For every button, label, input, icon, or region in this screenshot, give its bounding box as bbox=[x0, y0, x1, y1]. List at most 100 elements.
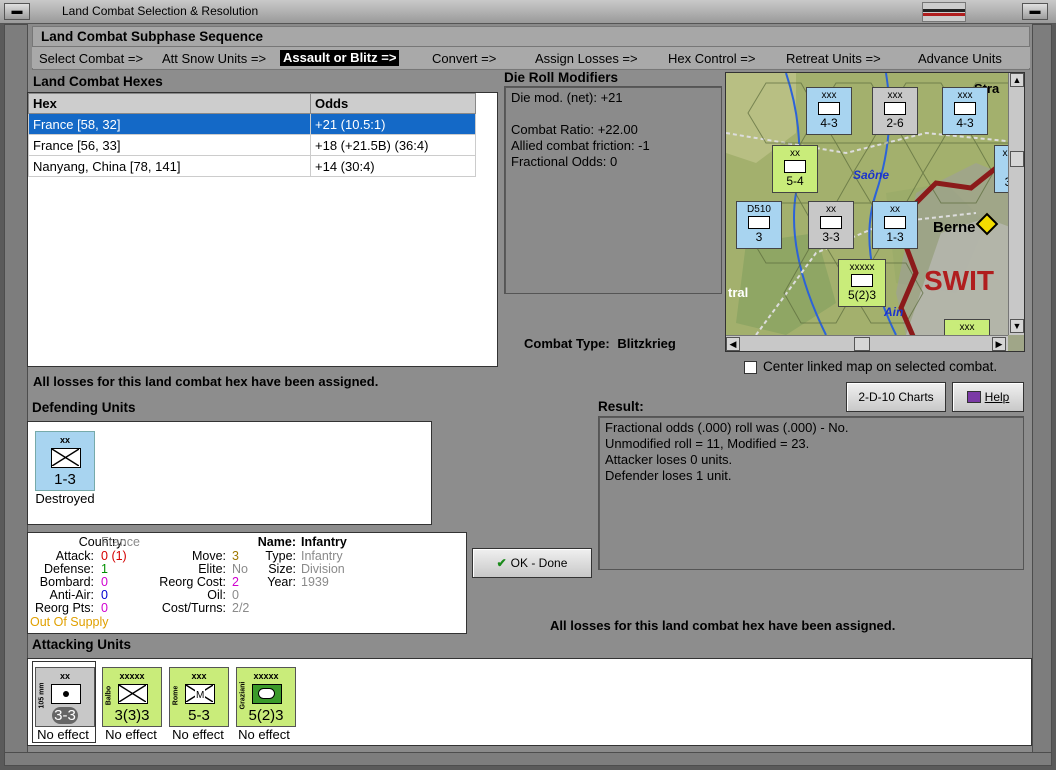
window-title: Land Combat Selection & Resolution bbox=[62, 4, 259, 18]
map-unit-counter[interactable]: xxx 2-6 bbox=[872, 87, 918, 135]
bombard-label: Bombard: bbox=[39, 575, 94, 589]
table-row[interactable]: Nanyang, China [78, 141] +14 (30:4) bbox=[28, 155, 476, 177]
attacking-units-box: xx 105 mm 3-3 No effect xxxxx Balbo 3(3)… bbox=[27, 658, 1032, 746]
defense-value: 1 bbox=[101, 562, 108, 576]
unit-counter[interactable]: xx 1-3 bbox=[35, 431, 95, 491]
table-row[interactable]: France [56, 33] +18 (+21.5B) (36:4) bbox=[28, 134, 476, 156]
map-unit-counter[interactable]: xxxxx 5(2)3 bbox=[838, 259, 886, 307]
attack-value: 0 (1) bbox=[101, 549, 127, 563]
scroll-thumb[interactable] bbox=[1010, 151, 1024, 167]
antiair-value: 0 bbox=[101, 588, 108, 602]
supply-status: Out Of Supply bbox=[30, 615, 109, 629]
unit-strength: 3(3)3 bbox=[114, 707, 150, 724]
type-value: Infantry bbox=[301, 549, 343, 563]
result-line: Fractional odds (.000) roll was (.000) -… bbox=[605, 420, 849, 435]
map-unit-counter[interactable]: xxx 4-3 bbox=[806, 87, 852, 135]
phase-hex-control[interactable]: Hex Control => bbox=[668, 51, 755, 66]
row-hex[interactable]: France [58, 32] bbox=[28, 113, 311, 135]
phase-att-snow[interactable]: Att Snow Units => bbox=[162, 51, 266, 66]
modifier-line bbox=[511, 106, 715, 122]
map-label-tral: tral bbox=[728, 285, 749, 300]
map-unit-counter[interactable]: xx 3-3 bbox=[808, 201, 854, 249]
phase-assign-losses[interactable]: Assign Losses => bbox=[535, 51, 638, 66]
scroll-left-icon[interactable]: ◀ bbox=[726, 337, 740, 351]
map-label-switz: SWIT bbox=[924, 265, 994, 296]
move-label: Move: bbox=[191, 549, 226, 563]
country-value: France bbox=[101, 535, 140, 549]
check-icon: ✔ bbox=[496, 556, 507, 570]
combat-type: Combat Type: Blitzkrieg bbox=[524, 336, 676, 351]
phase-advance-units[interactable]: Advance Units bbox=[918, 51, 1002, 66]
unit-counter[interactable]: xxxxx Balbo 3(3)3 bbox=[102, 667, 162, 727]
defense-label: Defense: bbox=[43, 562, 94, 576]
unit-counter[interactable]: xx 105 mm 3-3 bbox=[35, 667, 95, 727]
oil-value: 0 bbox=[232, 588, 239, 602]
scroll-thumb[interactable] bbox=[854, 337, 870, 351]
phase-convert[interactable]: Convert => bbox=[432, 51, 496, 66]
row-hex[interactable]: France [56, 33] bbox=[28, 134, 311, 156]
system-menu-button[interactable]: ▬ bbox=[4, 3, 30, 20]
ok-label: OK - Done bbox=[510, 556, 568, 570]
minimize-button[interactable]: ▬ bbox=[1022, 3, 1048, 20]
unit-counter[interactable]: xxxxx Graziani 5(2)3 bbox=[236, 667, 296, 727]
hexes-list: Hex Odds France [58, 32] +21 (10.5:1) Fr… bbox=[27, 92, 498, 367]
bottom-frame bbox=[4, 752, 1052, 766]
map-unit-counter[interactable]: D510 3 bbox=[736, 201, 782, 249]
col-hex[interactable]: Hex bbox=[28, 93, 311, 114]
unit-counter[interactable]: xxx Rome M 5-3 bbox=[169, 667, 229, 727]
row-odds[interactable]: +21 (10.5:1) bbox=[310, 113, 476, 135]
row-hex[interactable]: Nanyang, China [78, 141] bbox=[28, 155, 311, 177]
help-button[interactable]: Help bbox=[952, 382, 1024, 412]
losses-assigned-status: All losses for this land combat hex have… bbox=[33, 374, 379, 389]
map-unit-counter[interactable]: xx 5-4 bbox=[772, 145, 818, 193]
map-unit-counter[interactable]: xxx 4-3 bbox=[942, 87, 988, 135]
phase-select-combat[interactable]: Select Combat => bbox=[39, 51, 143, 66]
map-hscrollbar[interactable]: ◀ ▶ bbox=[726, 335, 1008, 351]
row-odds[interactable]: +18 (+21.5B) (36:4) bbox=[310, 134, 476, 156]
hexes-heading: Land Combat Hexes bbox=[33, 74, 163, 89]
elite-value: No bbox=[232, 562, 248, 576]
center-map-checkbox[interactable] bbox=[744, 361, 757, 374]
combat-type-label: Combat Type: bbox=[524, 336, 610, 351]
unit-strength-value: 3-3 bbox=[52, 707, 78, 724]
scroll-down-icon[interactable]: ▼ bbox=[1010, 319, 1024, 333]
unit-strength: 5(2)3 bbox=[248, 707, 284, 724]
table-row[interactable]: France [58, 32] +21 (10.5:1) bbox=[28, 113, 476, 135]
map-label-berne: Berne bbox=[933, 219, 976, 236]
name-label: Name: bbox=[257, 535, 296, 549]
col-odds[interactable]: Odds bbox=[310, 93, 476, 114]
move-value: 3 bbox=[232, 549, 239, 563]
row-odds[interactable]: +14 (30:4) bbox=[310, 155, 476, 177]
ok-done-button[interactable]: ✔ OK - Done bbox=[472, 548, 592, 578]
unit-result: No effect bbox=[238, 727, 290, 742]
phase-retreat-units[interactable]: Retreat Units => bbox=[786, 51, 881, 66]
defending-heading: Defending Units bbox=[32, 400, 136, 415]
attack-label: Attack: bbox=[55, 549, 94, 563]
armor-symbol-icon bbox=[252, 684, 282, 704]
map-label-ain: Ain bbox=[884, 305, 904, 319]
costturns-value: 2/2 bbox=[232, 601, 250, 615]
map-unit-counter[interactable]: xx 1-3 bbox=[872, 201, 918, 249]
svg-text:M: M bbox=[196, 690, 204, 701]
map-vscrollbar[interactable]: ▲ ▼ bbox=[1008, 73, 1024, 335]
charts-button[interactable]: 2-D-10 Charts bbox=[846, 382, 946, 412]
right-frame bbox=[1032, 24, 1052, 762]
name-value: Infantry bbox=[301, 535, 347, 549]
unit-result: No effect bbox=[105, 727, 157, 742]
hexes-header-row: Hex Odds bbox=[28, 93, 476, 114]
linked-map[interactable]: Saône Berne SWIT Ain tral Stra xxx4-3 xx… bbox=[725, 72, 1025, 352]
size-value: Division bbox=[301, 562, 345, 576]
size-label: Size: bbox=[268, 562, 296, 576]
phase-assault-blitz[interactable]: Assault or Blitz => bbox=[280, 50, 400, 66]
scroll-up-icon[interactable]: ▲ bbox=[1010, 73, 1024, 87]
costturns-label: Cost/Turns: bbox=[161, 601, 226, 615]
infantry-symbol-icon bbox=[51, 448, 81, 468]
infantry-symbol-icon bbox=[118, 684, 148, 704]
subphase-heading: Land Combat Subphase Sequence bbox=[41, 29, 264, 44]
center-map-label: Center linked map on selected combat. bbox=[763, 359, 998, 374]
scroll-right-icon[interactable]: ▶ bbox=[992, 337, 1006, 351]
modifier-line: Allied combat friction: -1 bbox=[511, 138, 650, 153]
result-box: Fractional odds (.000) roll was (.000) -… bbox=[598, 416, 1024, 570]
attacking-heading: Attacking Units bbox=[32, 637, 132, 652]
combat-type-value: Blitzkrieg bbox=[617, 336, 676, 351]
